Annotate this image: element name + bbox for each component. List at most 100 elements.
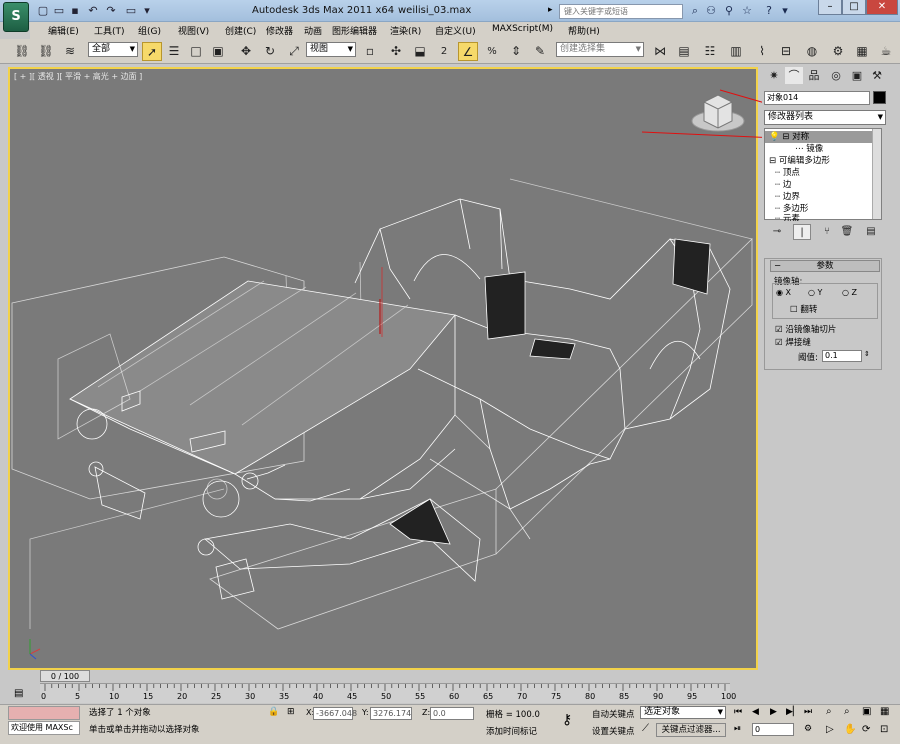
layer-manager-icon[interactable]: ☷ xyxy=(700,42,720,61)
render-production-icon[interactable]: ☕ xyxy=(876,42,896,61)
maxscript-listener-pink[interactable] xyxy=(8,706,80,720)
select-link-icon[interactable]: ⛓ xyxy=(12,42,32,61)
remove-modifier-icon[interactable]: 🗑 xyxy=(838,224,856,240)
redo-icon[interactable]: ↷ xyxy=(104,4,118,18)
stack-item-element[interactable]: ┈ 元素 xyxy=(775,213,800,221)
menu-maxscript[interactable]: MAXScript(M) xyxy=(492,24,553,34)
menu-graph-editors[interactable]: 图形编辑器 xyxy=(332,24,377,37)
menu-rendering[interactable]: 渲染(R) xyxy=(390,24,421,37)
pin-stack-icon[interactable]: ⊸ xyxy=(768,224,786,240)
axis-x-radio[interactable]: ◉ X xyxy=(776,288,791,297)
rendered-frame-window-icon[interactable]: ▦ xyxy=(852,42,872,61)
app-logo-button[interactable]: S xyxy=(3,2,29,32)
previous-frame-icon[interactable]: ◀ xyxy=(752,707,759,717)
help-dropdown-icon[interactable]: ▾ xyxy=(778,4,792,18)
zoom-all-icon[interactable]: ⌕ xyxy=(844,706,850,717)
show-end-result-icon[interactable]: | xyxy=(793,224,811,240)
make-unique-icon[interactable]: ⑂ xyxy=(818,224,836,240)
stack-item-symmetry[interactable]: 💡 ⊟ 对称 xyxy=(765,131,873,143)
select-and-scale-icon[interactable]: ⤢ xyxy=(284,42,304,61)
rectangular-selection-icon[interactable]: □ xyxy=(186,42,206,61)
display-tab-icon[interactable]: ▣ xyxy=(848,67,866,84)
go-to-end-icon[interactable]: ⏭ xyxy=(804,707,812,717)
y-coordinate-field[interactable]: 3276.174 xyxy=(370,707,412,720)
play-icon[interactable]: ▶ xyxy=(770,707,777,717)
field-of-view-icon[interactable]: ▷ xyxy=(826,724,834,735)
x-coordinate-field[interactable]: -3667.048 xyxy=(313,707,357,720)
menu-modifiers[interactable]: 修改器 xyxy=(266,24,293,37)
go-to-start-icon[interactable]: ⏮ xyxy=(734,707,742,717)
add-time-tag-button[interactable]: 添加时间标记 xyxy=(486,725,537,737)
absolute-mode-icon[interactable]: ⊞ xyxy=(287,707,295,717)
next-frame-icon[interactable]: ▶▏ xyxy=(786,707,800,717)
weld-seam-checkbox[interactable]: ☑ 焊接缝 xyxy=(775,336,811,348)
align-icon[interactable]: ▤ xyxy=(674,42,694,61)
zoom-icon[interactable]: ⌕ xyxy=(826,706,832,717)
help-icon[interactable]: ? xyxy=(762,4,776,18)
menu-customize[interactable]: 自定义(U) xyxy=(435,24,476,37)
curve-editor-icon[interactable]: ⌇ xyxy=(752,42,772,61)
select-by-name-icon[interactable]: ☰ xyxy=(164,42,184,61)
key-mode-toggle-icon[interactable]: ⏯ xyxy=(734,724,741,734)
quick-access-dropdown-icon[interactable]: ▾ xyxy=(140,4,154,18)
modifier-list-dropdown[interactable]: 修改器列表 xyxy=(764,110,886,125)
key-mode-dropdown[interactable]: 选定对象 xyxy=(640,706,726,719)
spinner-snap-icon[interactable]: ⇕ xyxy=(506,42,526,61)
material-editor-icon[interactable]: ◍ xyxy=(802,42,822,61)
angle-snap-icon[interactable]: ∠ xyxy=(458,42,478,61)
save-icon[interactable]: ▪ xyxy=(68,4,82,18)
lock-selection-icon[interactable]: 🔒 xyxy=(268,707,279,717)
object-color-swatch[interactable] xyxy=(873,91,886,104)
configure-modifier-sets-icon[interactable]: ▤ xyxy=(862,224,880,240)
edit-named-selection-icon[interactable]: ✎ xyxy=(530,42,550,61)
menu-edit[interactable]: 编辑(E) xyxy=(48,24,79,37)
render-setup-icon[interactable]: ⚙ xyxy=(828,42,848,61)
menu-animation[interactable]: 动画 xyxy=(304,24,322,37)
named-selection-dropdown[interactable]: 创建选择集 xyxy=(556,42,644,57)
zoom-extents-icon[interactable]: ▣ xyxy=(862,706,871,717)
axis-z-radio[interactable]: ○ Z xyxy=(842,288,857,297)
search-binoculars-icon[interactable]: ⌕ xyxy=(688,4,702,18)
zoom-extents-all-icon[interactable]: ▦ xyxy=(880,706,889,717)
stack-item-vertex[interactable]: ┈ 顶点 xyxy=(775,167,800,179)
mirror-icon[interactable]: ⋈ xyxy=(650,42,670,61)
menu-views[interactable]: 视图(V) xyxy=(178,24,209,37)
mini-curve-editor-icon[interactable]: ▤ xyxy=(14,688,23,699)
subscription-icon[interactable]: ⚇ xyxy=(704,4,718,18)
object-name-field[interactable]: 对象014 xyxy=(764,91,870,105)
utilities-tab-icon[interactable]: ⚒ xyxy=(868,67,886,84)
hierarchy-tab-icon[interactable]: 品 xyxy=(805,67,823,84)
stack-item-editable-poly[interactable]: ⊟ 可编辑多边形 xyxy=(769,155,830,167)
set-key-button[interactable]: 设置关键点 xyxy=(592,725,635,737)
bulb-icon[interactable]: 💡 xyxy=(769,132,780,142)
minimize-button[interactable]: – xyxy=(818,0,842,15)
stack-scrollbar[interactable] xyxy=(872,129,881,219)
timeline-ruler[interactable]: 0 5 10 15 20 25 30 35 40 45 50 55 60 65 70 75 80 85 90 95 10… xyxy=(40,683,736,703)
search-input[interactable]: 键入关键字或短语 xyxy=(559,4,683,19)
selection-filter-dropdown[interactable]: 全部 xyxy=(88,42,138,57)
percent-snap-button[interactable]: % xyxy=(482,42,502,61)
schematic-view-icon[interactable]: ⊟ xyxy=(776,42,796,61)
favorites-icon[interactable]: ☆ xyxy=(740,4,754,18)
modifier-stack[interactable]: 💡 ⊟ 对称 ⋯ 镜像 ⊟ 可编辑多边形 ┈ 顶点 ┈ 边 ┈ 边界 ┈ 多边形… xyxy=(764,128,882,221)
rollout-header[interactable]: − 参数 xyxy=(770,260,880,272)
key-filters-button[interactable]: 关键点过滤器... xyxy=(656,723,726,737)
communication-center-icon[interactable]: ⚲ xyxy=(722,4,736,18)
create-tab-icon[interactable]: ✷ xyxy=(765,67,783,84)
flip-checkbox[interactable]: ☐ 翻转 xyxy=(790,303,817,315)
select-object-icon[interactable]: ➚ xyxy=(142,42,162,61)
project-folder-icon[interactable]: ▭ xyxy=(124,4,138,18)
bind-space-warp-icon[interactable]: ≋ xyxy=(60,42,80,61)
open-file-icon[interactable]: ▭ xyxy=(52,4,66,18)
stack-item-edge[interactable]: ┈ 边 xyxy=(775,179,791,191)
menu-group[interactable]: 组(G) xyxy=(138,24,161,37)
time-configuration-icon[interactable]: ⚙ xyxy=(804,724,812,734)
undo-icon[interactable]: ↶ xyxy=(86,4,100,18)
pivot-center-icon[interactable]: ▫ xyxy=(360,42,380,61)
menu-create[interactable]: 创建(C) xyxy=(225,24,256,37)
reference-coordinate-dropdown[interactable]: 视图 xyxy=(306,42,356,57)
auto-key-button[interactable]: 自动关键点 xyxy=(592,708,635,720)
motion-tab-icon[interactable]: ◎ xyxy=(827,67,845,84)
modify-tab-icon[interactable]: ⌒ xyxy=(785,67,803,84)
menu-help[interactable]: 帮助(H) xyxy=(568,24,600,37)
